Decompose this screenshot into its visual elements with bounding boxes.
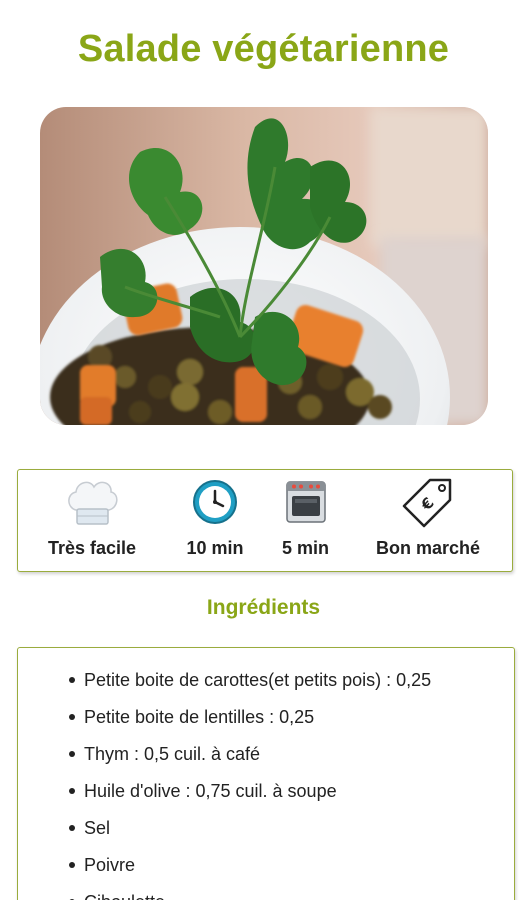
prep-time-label: 10 min bbox=[186, 538, 244, 558]
oven-icon bbox=[284, 476, 328, 533]
ingredient-item: Huile d'olive : 0,75 cuil. à soupe bbox=[18, 779, 514, 816]
ingredient-item: Ciboulette bbox=[18, 890, 514, 900]
ingredient-item: Petite boite de carottes(et petits pois)… bbox=[18, 668, 514, 705]
ingredient-item: Petite boite de lentilles : 0,25 bbox=[18, 705, 514, 742]
chef-hat-icon bbox=[64, 476, 120, 533]
clock-icon bbox=[190, 476, 240, 533]
ingredient-item: Poivre bbox=[18, 853, 514, 890]
ingredients-title: Ingrédients bbox=[206, 596, 321, 619]
cook-time-label: 5 min bbox=[281, 538, 329, 558]
ingredients-list: Petite boite de carottes(et petits pois)… bbox=[18, 668, 514, 900]
ingredient-item: Thym : 0,5 cuil. à café bbox=[18, 742, 514, 779]
price-tag-icon: € bbox=[402, 476, 454, 533]
ingredient-item: Sel bbox=[18, 816, 514, 853]
cook-time-info: 5 min bbox=[263, 470, 348, 571]
cost-label: Bon marché bbox=[375, 538, 481, 558]
difficulty-label: Très facile bbox=[47, 538, 137, 558]
difficulty-info: Très facile bbox=[32, 470, 152, 571]
cost-info: € Bon marché bbox=[363, 470, 493, 571]
recipe-info-panel: Très facile 10 min 5 min € Bon marché bbox=[17, 469, 513, 572]
ingredients-panel: Petite boite de carottes(et petits pois)… bbox=[17, 647, 515, 900]
prep-time-info: 10 min bbox=[170, 470, 260, 571]
recipe-photo bbox=[40, 107, 488, 425]
recipe-title: Salade végétarienne bbox=[77, 28, 450, 70]
